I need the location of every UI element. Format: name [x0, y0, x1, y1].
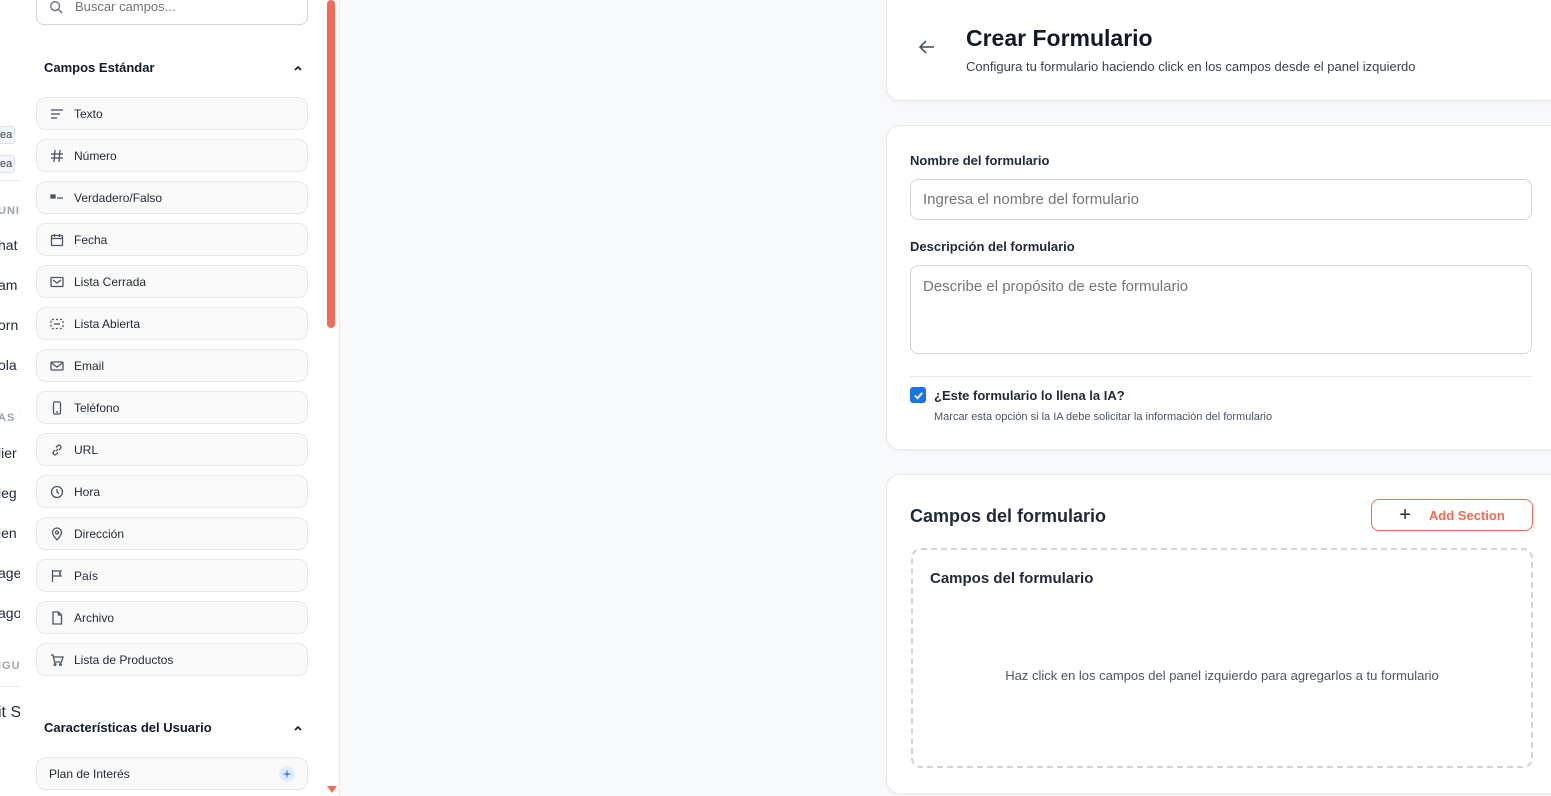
field-numero[interactable]: Número	[36, 139, 308, 172]
nav-item[interactable]: am	[0, 277, 17, 293]
flag-icon	[50, 569, 64, 583]
field-texto[interactable]: Texto	[36, 97, 308, 130]
field-verdadero-falso[interactable]: Verdadero/Falso	[36, 181, 308, 214]
main-nav-clipped: ea ea UNIC hat am orn ola AS Y lier leg …	[0, 0, 20, 796]
hash-icon	[50, 149, 64, 163]
clock-icon	[50, 485, 64, 499]
field-label: Texto	[74, 106, 103, 121]
field-label: Teléfono	[74, 400, 120, 415]
form-description-textarea[interactable]	[910, 265, 1532, 354]
list-closed-icon	[50, 275, 64, 289]
field-label: Fecha	[74, 232, 108, 247]
field-label: Dirección	[74, 526, 125, 541]
add-section-button[interactable]: + Add Section	[1371, 499, 1533, 531]
phone-icon	[50, 400, 64, 415]
toggle-icon	[50, 191, 64, 205]
nav-item[interactable]: hat	[0, 237, 17, 253]
list-open-icon	[50, 317, 64, 331]
field-search[interactable]	[36, 0, 308, 25]
field-label: Plan de Interés	[49, 766, 130, 781]
page-subtitle: Configura tu formulario haciendo click e…	[966, 59, 1416, 74]
text-lines-icon	[50, 107, 64, 121]
cart-icon	[50, 653, 64, 667]
field-label: Número	[74, 148, 117, 163]
nav-section-label: IGU	[0, 660, 20, 672]
page-title: Crear Formulario	[966, 25, 1153, 51]
field-telefono[interactable]: Teléfono	[36, 391, 308, 424]
ai-fill-label[interactable]: ¿Este formulario lo llena la IA?	[934, 388, 1125, 403]
field-pais[interactable]: País	[36, 559, 308, 592]
field-email[interactable]: Email	[36, 349, 308, 382]
field-fecha[interactable]: Fecha	[36, 223, 308, 256]
ai-sparkle-icon	[279, 766, 295, 782]
nav-item[interactable]: ola	[0, 357, 17, 373]
form-name-input[interactable]	[910, 179, 1532, 220]
fields-panel: Campos Estándar Texto Número Verdadero/F…	[20, 0, 340, 796]
nav-item[interactable]: lier	[0, 445, 17, 461]
ai-fill-help: Marcar esta opción si la IA debe solicit…	[934, 411, 1273, 423]
field-label: URL	[74, 442, 99, 457]
add-section-label: Add Section	[1428, 507, 1505, 523]
form-name-label: Nombre del formulario	[910, 153, 1050, 168]
map-pin-icon	[50, 526, 64, 541]
field-label: Archivo	[74, 610, 115, 625]
back-arrow-icon[interactable]	[917, 37, 937, 57]
nav-item[interactable]: ien	[0, 525, 17, 541]
search-input[interactable]	[75, 0, 275, 14]
form-details-card: Nombre del formulario Descripción del fo…	[886, 125, 1551, 450]
standard-fields-header[interactable]: Campos Estándar	[44, 60, 304, 75]
field-url[interactable]: URL	[36, 433, 308, 466]
form-description-label: Descripción del formulario	[910, 239, 1075, 254]
checkmark-icon	[913, 391, 923, 400]
field-lista-productos[interactable]: Lista de Productos	[36, 643, 308, 676]
field-label: Hora	[74, 484, 101, 499]
chevron-up-icon[interactable]	[292, 722, 304, 734]
form-fields-card: Campos del formulario + Add Section Camp…	[886, 474, 1551, 794]
nav-badge[interactable]: ea	[0, 155, 16, 173]
field-label: Email	[74, 358, 105, 373]
user-features-title: Características del Usuario	[44, 720, 212, 735]
file-icon	[50, 610, 64, 625]
dropzone-empty-message: Haz click en los campos del panel izquie…	[1005, 668, 1439, 683]
field-lista-cerrada[interactable]: Lista Cerrada	[36, 265, 308, 298]
field-hora[interactable]: Hora	[36, 475, 308, 508]
nav-item[interactable]: ago	[0, 605, 20, 621]
field-label: Lista de Productos	[74, 652, 174, 667]
field-plan-interes[interactable]: Plan de Interés	[36, 757, 308, 790]
search-icon	[50, 0, 63, 14]
field-archivo[interactable]: Archivo	[36, 601, 308, 634]
link-icon	[50, 443, 64, 457]
dropzone-title: Campos del formulario	[930, 570, 1094, 587]
nav-section-label: UNIC	[0, 205, 20, 217]
user-features-header[interactable]: Características del Usuario	[44, 720, 304, 735]
form-fields-title: Campos del formulario	[910, 506, 1107, 526]
nav-item[interactable]: leg	[0, 485, 17, 501]
chevron-up-icon[interactable]	[292, 62, 304, 74]
nav-item[interactable]: age	[0, 565, 20, 581]
calendar-icon	[50, 233, 64, 247]
nav-divider	[0, 180, 20, 181]
scroll-down-arrow-icon[interactable]	[327, 786, 337, 793]
field-label: Verdadero/Falso	[74, 190, 163, 205]
nav-section-label: AS Y	[0, 412, 20, 424]
fields-panel-scrollbar[interactable]	[327, 0, 335, 328]
standard-fields-title: Campos Estándar	[44, 60, 155, 75]
header-card: Crear Formulario Configura tu formulario…	[886, 0, 1551, 101]
field-direccion[interactable]: Dirección	[36, 517, 308, 550]
field-label: Lista Cerrada	[74, 274, 147, 289]
field-label: Lista Abierta	[74, 316, 141, 331]
nav-item[interactable]: it S	[0, 704, 20, 722]
nav-badge[interactable]: ea	[0, 126, 16, 144]
ai-fill-checkbox[interactable]	[910, 387, 926, 403]
nav-item[interactable]: orn	[0, 317, 18, 333]
mail-icon	[50, 359, 64, 373]
fields-dropzone[interactable]: Campos del formulario Haz click en los c…	[911, 548, 1533, 768]
divider	[910, 376, 1532, 377]
plus-icon: +	[1399, 504, 1411, 526]
field-lista-abierta[interactable]: Lista Abierta	[36, 307, 308, 340]
field-label: País	[74, 568, 99, 583]
nav-divider	[0, 686, 20, 687]
